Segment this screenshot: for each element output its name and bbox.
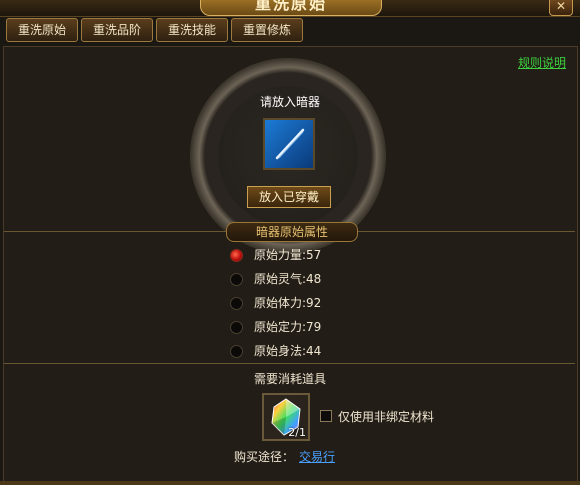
section-divider bbox=[4, 363, 575, 364]
weapon-slot[interactable] bbox=[263, 118, 315, 170]
radio-button[interactable] bbox=[230, 249, 243, 262]
insert-equipped-button[interactable]: 放入已穿戴 bbox=[247, 186, 331, 208]
radio-button[interactable] bbox=[230, 297, 243, 310]
attribute-label: 原始灵气:48 bbox=[254, 272, 322, 286]
radio-button[interactable] bbox=[230, 273, 243, 286]
material-slot[interactable]: 2/1 bbox=[262, 393, 310, 441]
trading-house-link[interactable]: 交易行 bbox=[299, 448, 335, 465]
attribute-label: 原始体力:92 bbox=[254, 296, 322, 310]
material-count: 2/1 bbox=[288, 426, 306, 439]
radio-button[interactable] bbox=[230, 321, 243, 334]
window-title: 重洗原始 bbox=[200, 0, 382, 16]
attributes-header: 暗器原始属性 bbox=[226, 222, 358, 242]
non-bound-label: 仅使用非绑定材料 bbox=[338, 410, 435, 424]
non-bound-checkbox[interactable] bbox=[320, 410, 332, 422]
tab-rewash-skill[interactable]: 重洗技能 bbox=[156, 18, 228, 42]
insert-prompt: 请放入暗器 bbox=[259, 95, 320, 109]
tab-rewash-original[interactable]: 重洗原始 bbox=[6, 18, 78, 42]
attribute-label: 原始定力:79 bbox=[254, 320, 322, 334]
needle-weapon-icon bbox=[275, 128, 305, 160]
purchase-label: 购买途径： bbox=[234, 450, 295, 464]
tab-reset-cultivation[interactable]: 重置修炼 bbox=[231, 18, 303, 42]
attribute-label: 原始身法:44 bbox=[254, 344, 322, 358]
close-icon: ✕ bbox=[555, 0, 567, 13]
rules-link[interactable]: 规则说明 bbox=[518, 54, 566, 71]
attribute-label: 原始力量:57 bbox=[254, 248, 322, 262]
consume-label: 需要消耗道具 bbox=[253, 372, 326, 386]
bottom-border bbox=[0, 481, 580, 485]
close-button[interactable]: ✕ bbox=[549, 0, 573, 16]
tab-rewash-grade[interactable]: 重洗品阶 bbox=[81, 18, 153, 42]
radio-button[interactable] bbox=[230, 345, 243, 358]
